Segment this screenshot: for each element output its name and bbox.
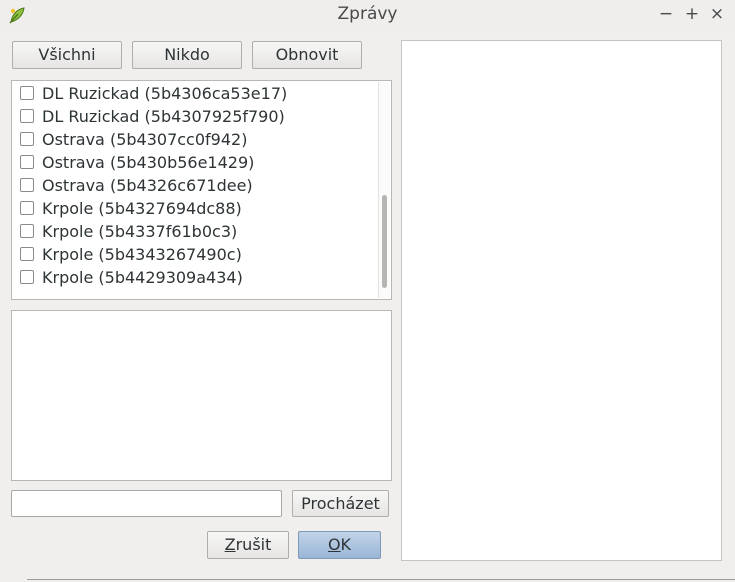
list-item-label: Krpole (5b4337f61b0c3) xyxy=(42,222,238,241)
list-item[interactable]: DL Ruzickad (5b4306ca53e17) xyxy=(12,82,374,105)
window-title: Zprávy xyxy=(337,4,398,24)
list-item-label: Krpole (5b4343267490c) xyxy=(42,245,242,264)
checkbox[interactable] xyxy=(20,132,34,146)
list-item-label: Ostrava (5b4307cc0f942) xyxy=(42,130,248,149)
checkbox[interactable] xyxy=(20,155,34,169)
ok-mnemonic: O xyxy=(327,535,341,554)
list-item-label: DL Ruzickad (5b4306ca53e17) xyxy=(42,84,288,103)
maximize-button[interactable]: + xyxy=(682,4,702,24)
select-all-button[interactable]: Všichni xyxy=(12,41,122,69)
message-list[interactable]: DL Ruzickad (5b4306ca53e17) DL Ruzickad … xyxy=(11,80,392,300)
checkbox[interactable] xyxy=(20,178,34,192)
checkbox[interactable] xyxy=(20,224,34,238)
list-item[interactable]: Krpole (5b4337f61b0c3) xyxy=(12,220,374,243)
checkbox[interactable] xyxy=(20,201,34,215)
minimize-button[interactable]: − xyxy=(656,4,676,24)
checkbox[interactable] xyxy=(20,86,34,100)
list-item-label: Ostrava (5b430b56e1429) xyxy=(42,153,255,172)
list-item[interactable]: Ostrava (5b430b56e1429) xyxy=(12,151,374,174)
ok-button[interactable]: OK xyxy=(298,531,381,559)
checkbox[interactable] xyxy=(20,247,34,261)
path-input[interactable] xyxy=(11,490,282,517)
cancel-label: rušit xyxy=(235,535,272,554)
browse-button[interactable]: Procházet xyxy=(292,490,389,517)
title-bar: Zprávy − + × xyxy=(0,0,735,30)
list-item[interactable]: Krpole (5b4343267490c) xyxy=(12,243,374,266)
list-scrollbar[interactable] xyxy=(378,82,390,298)
list-item-label: Ostrava (5b4326c671dee) xyxy=(42,176,253,195)
list-item-label: Krpole (5b4429309a434) xyxy=(42,268,243,287)
scrollbar-thumb[interactable] xyxy=(382,195,387,288)
window-bottom-border xyxy=(27,579,735,580)
message-preview-pane[interactable] xyxy=(401,40,722,561)
list-item[interactable]: DL Ruzickad (5b4307925f790) xyxy=(12,105,374,128)
select-none-button[interactable]: Nikdo xyxy=(132,41,242,69)
message-text-area[interactable] xyxy=(11,310,392,481)
list-item[interactable]: Krpole (5b4327694dc88) xyxy=(12,197,374,220)
list-item[interactable]: Ostrava (5b4307cc0f942) xyxy=(12,128,374,151)
checkbox[interactable] xyxy=(20,270,34,284)
list-item-label: Krpole (5b4327694dc88) xyxy=(42,199,242,218)
checkbox[interactable] xyxy=(20,109,34,123)
list-item[interactable]: Krpole (5b4429309a434) xyxy=(12,266,374,289)
cancel-mnemonic: Z xyxy=(224,535,236,554)
list-item-label: DL Ruzickad (5b4307925f790) xyxy=(42,107,285,126)
refresh-button[interactable]: Obnovit xyxy=(252,41,362,69)
close-button[interactable]: × xyxy=(707,4,727,24)
cancel-button[interactable]: Zrušit xyxy=(207,531,289,559)
list-item[interactable]: Ostrava (5b4326c671dee) xyxy=(12,174,374,197)
ok-label: K xyxy=(340,535,352,554)
